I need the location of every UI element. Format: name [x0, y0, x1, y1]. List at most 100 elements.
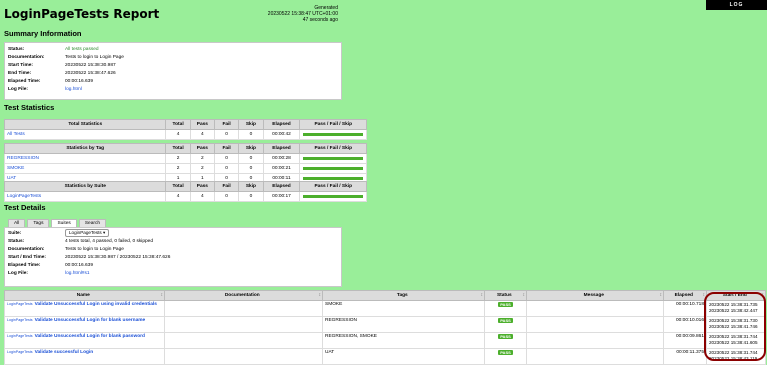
- column-label: Elapsed: [674, 293, 693, 298]
- generated-info: Generated 20230522 15:38:47 UTC+01:00 47…: [258, 5, 338, 23]
- test-name-link[interactable]: Validate Unsuccessful Login for blank us…: [35, 318, 146, 323]
- stats-skip: 0: [238, 153, 264, 164]
- test-name-link[interactable]: Validate Unsuccessful Login for blank pa…: [35, 334, 145, 339]
- stats-column-header[interactable]: Fail: [213, 119, 240, 130]
- pass-bar: [303, 167, 363, 170]
- stats-column-header[interactable]: Fail: [213, 181, 240, 192]
- sort-icon: ↕: [480, 293, 483, 298]
- stats-pass: 4: [189, 129, 216, 140]
- summary-row: Start Time: 20230522 15:38:30.987: [5, 61, 127, 69]
- summary-key: Start Time:: [8, 62, 33, 68]
- details-value: Tests to login to Login Page: [65, 246, 124, 252]
- results-column-header[interactable]: Name ↕: [4, 290, 165, 301]
- pass-fail-skip-cell: [299, 163, 367, 174]
- stats-fail: 0: [213, 191, 240, 202]
- details-key: Start / End Time:: [8, 254, 47, 260]
- test-status-cell: PASS: [484, 348, 527, 365]
- test-tags: UAT: [322, 348, 485, 365]
- generated-ago: 47 seconds ago: [302, 17, 338, 23]
- results-column-header[interactable]: Start / End ↕: [706, 290, 766, 301]
- stats-column-header[interactable]: Pass: [189, 119, 216, 130]
- test-suite-prefix[interactable]: LoginPageTests: [7, 302, 33, 306]
- test-tags: REGRESSION: [322, 316, 485, 333]
- test-message: [526, 316, 664, 333]
- details-row: Documentation: Tests to login to Login Pa…: [5, 245, 173, 253]
- results-column-header[interactable]: Tags ↕: [322, 290, 485, 301]
- results-column-header[interactable]: Documentation ↕: [164, 290, 323, 301]
- summary-value: 20230522 15:38:30.987: [65, 62, 116, 68]
- log-button[interactable]: LOG: [706, 0, 767, 10]
- test-elapsed: 00:00:10.016: [663, 316, 707, 333]
- summary-value: 00:00:16.639: [65, 78, 94, 84]
- test-start-end: 20230522 15:38:31.735 20230522 15:38:42.4…: [706, 300, 766, 317]
- stats-row-name[interactable]: All Tests: [3, 129, 167, 140]
- stats-table-title: Statistics by Tag: [3, 143, 167, 154]
- statistics-heading: Test Statistics: [4, 103, 55, 112]
- stats-column-header[interactable]: Skip: [238, 143, 264, 154]
- details-value: 00:00:16.639: [65, 262, 94, 268]
- test-suite-prefix[interactable]: LoginPageTests: [7, 350, 33, 354]
- test-end-time: 20230522 15:38:43.119: [709, 356, 758, 361]
- stats-row-name[interactable]: LoginPageTests: [3, 191, 167, 202]
- test-name-link[interactable]: Validate Unsuccessful Login using invali…: [35, 302, 157, 307]
- summary-card: Status: All tests passed Documentation: Tes…: [4, 42, 342, 100]
- test-row: LoginPageTests Validate Unsuccessful Logi…: [4, 316, 766, 333]
- details-table: Suite: LoginPageTests ▾ Status: 4 tests t…: [5, 229, 173, 277]
- suite-select[interactable]: LoginPageTests ▾: [65, 229, 110, 237]
- stats-column-header[interactable]: Elapsed: [262, 143, 301, 154]
- stats-table-title: Statistics by Suite: [3, 181, 167, 192]
- test-status-cell: PASS: [484, 300, 527, 317]
- summary-value: All tests passed: [65, 46, 99, 52]
- pass-bar: [303, 177, 363, 180]
- stats-fail: 0: [213, 163, 240, 174]
- pass-bar: [303, 195, 363, 198]
- stats-column-header[interactable]: Elapsed: [262, 119, 301, 130]
- results-column-header[interactable]: Elapsed ↕: [663, 290, 707, 301]
- test-end-time: 20230522 15:38:41.746: [709, 324, 758, 329]
- test-elapsed: 00:00:10.718: [663, 300, 707, 317]
- summary-table: Status: All tests passed Documentation: Tes…: [5, 45, 127, 93]
- stats-column-header[interactable]: Pass: [189, 181, 216, 192]
- column-label: Documentation: [224, 293, 260, 298]
- stats-column-header[interactable]: Total: [165, 119, 191, 130]
- test-name-link[interactable]: Validate successful Login: [35, 350, 94, 355]
- stats-column-header[interactable]: Pass / Fail / Skip: [299, 143, 367, 154]
- stats-column-header[interactable]: Skip: [238, 119, 264, 130]
- column-label: Status: [496, 293, 512, 298]
- pass-fail-skip-cell: [299, 191, 367, 202]
- details-key: Status:: [8, 238, 25, 244]
- results-column-header[interactable]: Message ↕: [526, 290, 664, 301]
- test-status-cell: PASS: [484, 316, 527, 333]
- results-column-header[interactable]: Status ↕: [484, 290, 527, 301]
- stats-column-header[interactable]: Total: [165, 143, 191, 154]
- test-suite-prefix[interactable]: LoginPageTests: [7, 318, 33, 322]
- stats-column-header[interactable]: Pass / Fail / Skip: [299, 119, 367, 130]
- test-tags: REGRESSION, SMOKE: [322, 332, 485, 349]
- stats-row-name[interactable]: REGRESSION: [3, 153, 167, 164]
- summary-value[interactable]: log.html: [62, 85, 127, 93]
- summary-row: Documentation: Tests to login to Login Pa…: [5, 53, 127, 61]
- stats-column-header[interactable]: Pass: [189, 143, 216, 154]
- test-documentation: [164, 348, 323, 365]
- test-start-end: 20230522 15:38:31.744 20230522 15:38:41.6…: [706, 332, 766, 349]
- stats-column-header[interactable]: Skip: [238, 181, 264, 192]
- stats-column-header[interactable]: Fail: [213, 143, 240, 154]
- column-label: Name: [76, 293, 90, 298]
- stats-row: SMOKE 2 2 0 0 00:00:21: [3, 163, 367, 174]
- test-elapsed: 00:00:09.861: [663, 332, 707, 349]
- test-suite-prefix[interactable]: LoginPageTests: [7, 334, 33, 338]
- summary-row: Log File: log.html: [5, 85, 127, 93]
- stats-pass: 2: [189, 153, 216, 164]
- stats-total: 2: [165, 153, 191, 164]
- stats-row-name[interactable]: SMOKE: [3, 163, 167, 174]
- summary-row: Elapsed Time: 00:00:16.639: [5, 77, 127, 85]
- stats-elapsed: 00:00:21: [262, 163, 301, 174]
- summary-key: Status:: [8, 46, 25, 52]
- test-message: [526, 348, 664, 365]
- stats-column-header[interactable]: Pass / Fail / Skip: [299, 181, 367, 192]
- summary-key: Log File:: [8, 86, 28, 92]
- pass-bar: [303, 157, 363, 160]
- details-value[interactable]: log.html#s1: [62, 269, 173, 277]
- stats-column-header[interactable]: Elapsed: [262, 181, 301, 192]
- stats-column-header[interactable]: Total: [165, 181, 191, 192]
